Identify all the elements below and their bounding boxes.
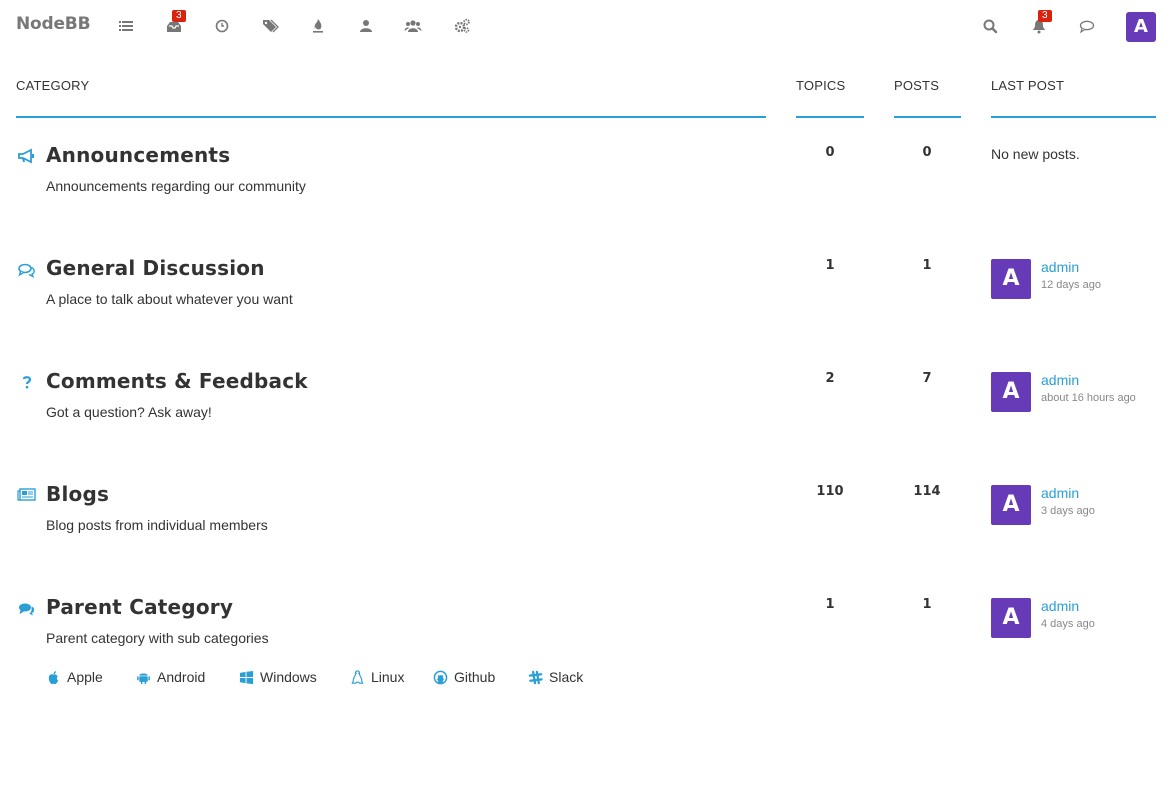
posts-count: 114 bbox=[913, 484, 941, 499]
subcategory-apple[interactable]: Apple bbox=[46, 669, 103, 685]
topics-count: 0 bbox=[825, 145, 835, 160]
subcategory-windows[interactable]: Windows bbox=[239, 669, 317, 685]
posts-count: 1 bbox=[922, 258, 932, 273]
category-description: Parent category with sub categories bbox=[46, 630, 269, 646]
category-title[interactable]: Announcements bbox=[46, 143, 230, 167]
header-topics: TOPICS bbox=[796, 78, 846, 93]
posts-count: 0 bbox=[922, 145, 932, 160]
user-avatar[interactable]: A bbox=[1126, 12, 1156, 42]
users-icon[interactable] bbox=[357, 17, 375, 35]
header-divider bbox=[894, 116, 961, 118]
last-post-empty: No new posts. bbox=[991, 146, 1080, 162]
topics-count: 110 bbox=[816, 484, 844, 499]
unread-badge: 3 bbox=[172, 10, 186, 22]
category-description: Blog posts from individual members bbox=[46, 517, 268, 533]
category-description: Got a question? Ask away! bbox=[46, 404, 212, 420]
github-icon bbox=[433, 670, 448, 684]
header-category: CATEGORY bbox=[16, 78, 90, 93]
last-post-user[interactable]: admin bbox=[1041, 485, 1079, 501]
android-icon bbox=[137, 673, 150, 684]
slack-icon bbox=[528, 670, 543, 684]
category-description: A place to talk about whatever you want bbox=[46, 291, 293, 307]
header-divider bbox=[991, 116, 1156, 118]
comments-icon bbox=[19, 603, 35, 616]
search-icon[interactable] bbox=[981, 17, 999, 35]
last-post-user[interactable]: admin bbox=[1041, 372, 1079, 388]
notifications-badge: 3 bbox=[1038, 10, 1052, 22]
subcategory-slack[interactable]: Slack bbox=[528, 669, 583, 685]
last-post-user[interactable]: admin bbox=[1041, 598, 1079, 614]
header-divider bbox=[16, 116, 766, 118]
subcategory-label: Android bbox=[157, 669, 206, 685]
topics-count: 2 bbox=[825, 371, 835, 386]
brand-logo[interactable]: NodeBB bbox=[16, 14, 91, 34]
subcategory-label: Linux bbox=[371, 669, 405, 685]
last-post-time[interactable]: 3 days ago bbox=[1041, 505, 1095, 517]
category-title[interactable]: General Discussion bbox=[46, 256, 265, 280]
subcategory-label: Apple bbox=[67, 669, 103, 685]
windows-icon bbox=[239, 670, 254, 684]
last-post-avatar[interactable]: A bbox=[991, 259, 1031, 299]
comments-outline-icon bbox=[18, 263, 35, 278]
category-title[interactable]: Blogs bbox=[46, 482, 109, 506]
topics-count: 1 bbox=[825, 597, 835, 612]
last-post-time[interactable]: 4 days ago bbox=[1041, 618, 1095, 630]
bullhorn-icon bbox=[18, 148, 34, 164]
newspaper-icon bbox=[17, 488, 36, 501]
subcategory-label: Github bbox=[454, 669, 496, 685]
popular-fire-icon[interactable] bbox=[309, 17, 327, 35]
header-divider bbox=[796, 116, 864, 118]
topics-count: 1 bbox=[825, 258, 835, 273]
subcategory-github[interactable]: Github bbox=[433, 669, 495, 685]
posts-count: 7 bbox=[922, 371, 932, 386]
last-post-avatar[interactable]: A bbox=[991, 372, 1031, 412]
tags-icon[interactable] bbox=[261, 17, 279, 35]
last-post-time[interactable]: about 16 hours ago bbox=[1041, 392, 1136, 404]
linux-icon bbox=[351, 669, 364, 684]
last-post-avatar[interactable]: A bbox=[991, 598, 1031, 638]
last-post-avatar[interactable]: A bbox=[991, 485, 1031, 525]
subcategory-label: Windows bbox=[260, 669, 317, 685]
category-title[interactable]: Comments & Feedback bbox=[46, 369, 308, 393]
category-title[interactable]: Parent Category bbox=[46, 595, 233, 619]
groups-icon[interactable] bbox=[404, 17, 422, 35]
posts-count: 1 bbox=[922, 597, 932, 612]
category-description: Announcements regarding our community bbox=[46, 178, 306, 194]
apple-icon bbox=[48, 670, 59, 684]
last-post-time[interactable]: 12 days ago bbox=[1041, 279, 1101, 291]
last-post-user[interactable]: admin bbox=[1041, 259, 1079, 275]
question-icon bbox=[22, 376, 32, 389]
chats-icon[interactable] bbox=[1078, 17, 1096, 35]
admin-cogs-icon[interactable] bbox=[453, 17, 471, 35]
recent-clock-icon[interactable] bbox=[213, 17, 231, 35]
header-posts: POSTS bbox=[894, 78, 940, 93]
categories-list-icon[interactable] bbox=[117, 17, 135, 35]
subcategory-linux[interactable]: Linux bbox=[350, 669, 404, 685]
subcategory-android[interactable]: Android bbox=[136, 669, 205, 685]
header-last-post: LAST POST bbox=[991, 78, 1065, 93]
subcategory-label: Slack bbox=[549, 669, 584, 685]
